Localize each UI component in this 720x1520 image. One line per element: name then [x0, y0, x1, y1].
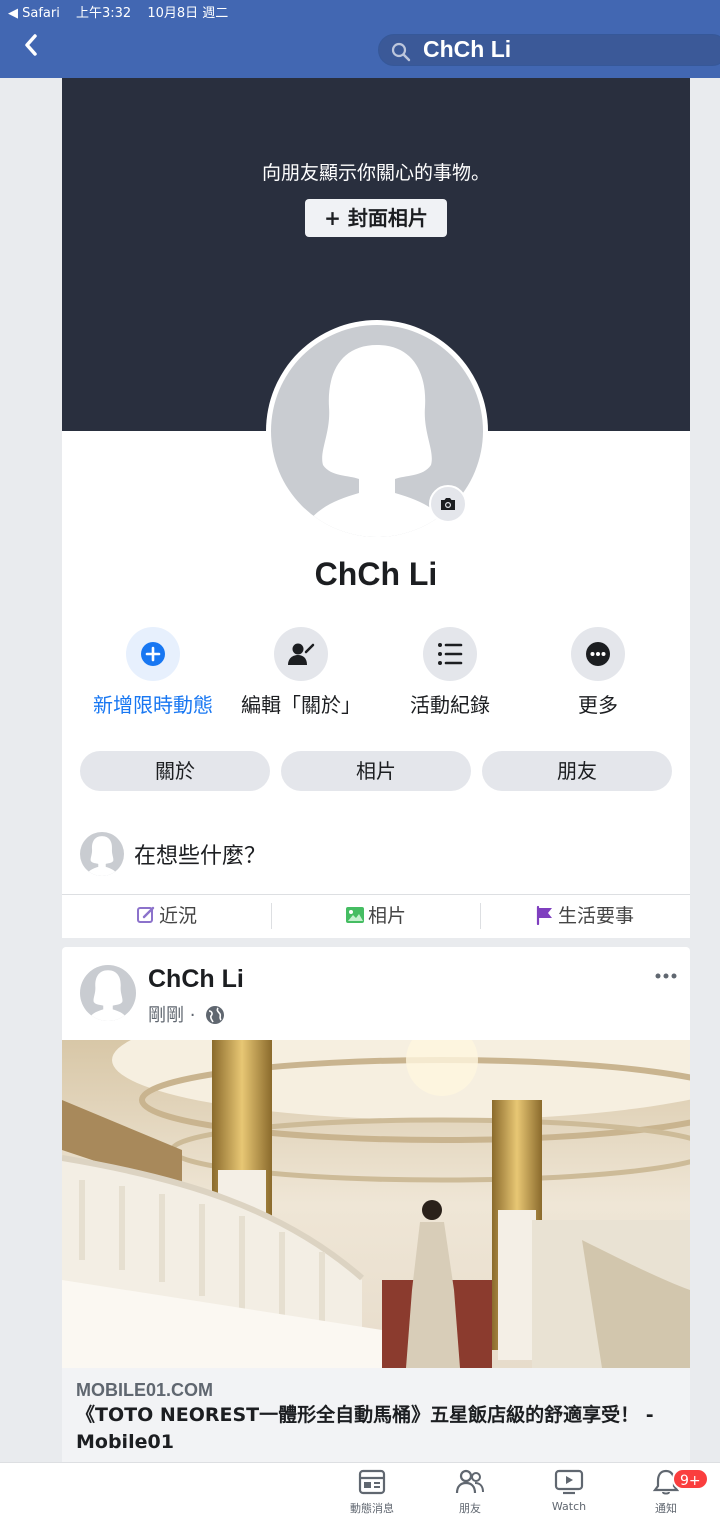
more-dots-icon — [586, 642, 610, 666]
post-composer[interactable]: 在想些什麼？ — [62, 824, 690, 884]
back-to-app-link[interactable]: ◀ Safari — [8, 6, 60, 21]
profile-card: 向朋友顯示你關心的事物。 + 封面相片 ChCh Li 新增限時動態 編輯「關於… — [62, 78, 690, 938]
status-date: 10月8日 週二 — [147, 6, 229, 21]
search-icon — [391, 42, 411, 62]
cover-prompt: 向朋友顯示你關心的事物。 — [261, 162, 490, 184]
top-bar: ◀ Safari 上午3:32 10月8日 週二 ChCh Li — [0, 0, 720, 78]
tab-news-feed-label: 動態消息 — [350, 1502, 394, 1515]
post-timestamp[interactable]: 剛剛 · — [148, 1005, 195, 1026]
flag-icon — [536, 905, 552, 926]
default-avatar-icon — [85, 836, 119, 876]
more-button[interactable]: 更多 — [523, 627, 673, 718]
search-box[interactable]: ChCh Li — [378, 34, 720, 66]
post-meta: 剛剛 · — [148, 1001, 225, 1027]
tab-friends-nav[interactable]: 朋友 — [440, 1469, 500, 1516]
hotel-lobby-photo — [62, 1040, 690, 1368]
search-query: ChCh Li — [423, 36, 512, 62]
post-card: ChCh Li 剛剛 · MOBILE01.COM 《TOTO NEOREST一… — [62, 947, 690, 1467]
watch-icon — [554, 1469, 584, 1495]
plus-circle-icon — [141, 642, 165, 666]
life-event-label: 生活要事 — [557, 905, 634, 927]
person-edit-icon — [288, 643, 315, 665]
link-domain: MOBILE01.COM — [76, 1380, 214, 1400]
link-title: 《TOTO NEOREST一體形全自動馬桶》五星飯店級的舒適享受！ - Mobi… — [76, 1404, 654, 1453]
photo-post-button[interactable]: 相片 — [271, 895, 480, 939]
change-profile-picture-button[interactable] — [429, 485, 467, 523]
default-avatar-icon — [87, 970, 129, 1021]
status-update-label: 近況 — [158, 905, 197, 927]
link-preview-image[interactable] — [62, 1040, 690, 1368]
link-preview[interactable]: MOBILE01.COM 《TOTO NEOREST一體形全自動馬桶》五星飯店級… — [62, 1368, 690, 1467]
tab-watch-label: Watch — [551, 1500, 587, 1513]
globe-icon — [206, 1006, 225, 1024]
tab-friends[interactable]: 朋友 — [482, 751, 672, 791]
tab-watch[interactable]: Watch — [539, 1469, 599, 1513]
list-icon — [438, 643, 463, 665]
chevron-left-icon — [25, 34, 37, 56]
notification-badge: 9+ — [672, 1468, 709, 1490]
status-bar: ◀ Safari 上午3:32 10月8日 週二 — [8, 2, 240, 21]
status-update-button[interactable]: 近況 — [62, 895, 271, 939]
post-author-name[interactable]: ChCh Li — [148, 965, 244, 994]
more-label: 更多 — [578, 693, 618, 717]
tab-notifications-label: 通知 — [655, 1502, 677, 1515]
avatar — [80, 832, 124, 876]
tab-friends-label: 朋友 — [459, 1502, 481, 1515]
photo-icon — [345, 907, 364, 923]
activity-log-button[interactable]: 活動紀錄 — [375, 627, 525, 718]
profile-tabs: 關於 相片 朋友 — [80, 751, 672, 791]
add-cover-photo-button[interactable]: + 封面相片 — [305, 199, 447, 237]
post-options-button[interactable] — [654, 965, 684, 985]
tab-photos[interactable]: 相片 — [281, 751, 471, 791]
more-horizontal-icon — [655, 973, 677, 979]
status-time: 上午3:32 — [76, 6, 132, 21]
post-author-avatar[interactable] — [80, 965, 136, 1021]
profile-name: ChCh Li — [314, 556, 438, 592]
camera-icon — [441, 498, 455, 510]
tab-news-feed[interactable]: 動態消息 — [342, 1469, 402, 1516]
news-feed-icon — [358, 1469, 386, 1495]
back-button[interactable] — [22, 33, 50, 65]
profile-actions: 新增限時動態 編輯「關於」 活動紀錄 更多 — [62, 627, 690, 727]
bottom-tab-bar: 動態消息 朋友 Watch 通知 — [0, 1462, 720, 1520]
friends-icon — [455, 1469, 484, 1494]
edit-about-button[interactable]: 編輯「關於」 — [226, 627, 376, 718]
edit-square-icon — [136, 906, 155, 923]
add-story-label: 新增限時動態 — [93, 693, 213, 717]
photo-post-label: 相片 — [367, 905, 406, 927]
life-event-button[interactable]: 生活要事 — [480, 895, 689, 939]
edit-about-label: 編輯「關於」 — [241, 693, 361, 717]
tab-about[interactable]: 關於 — [80, 751, 270, 791]
activity-log-label: 活動紀錄 — [410, 693, 490, 717]
composer-placeholder[interactable]: 在想些什麼？ — [134, 838, 266, 870]
add-story-button[interactable]: 新增限時動態 — [78, 627, 228, 718]
composer-quick-actions: 近況 相片 生活要事 — [62, 894, 690, 938]
